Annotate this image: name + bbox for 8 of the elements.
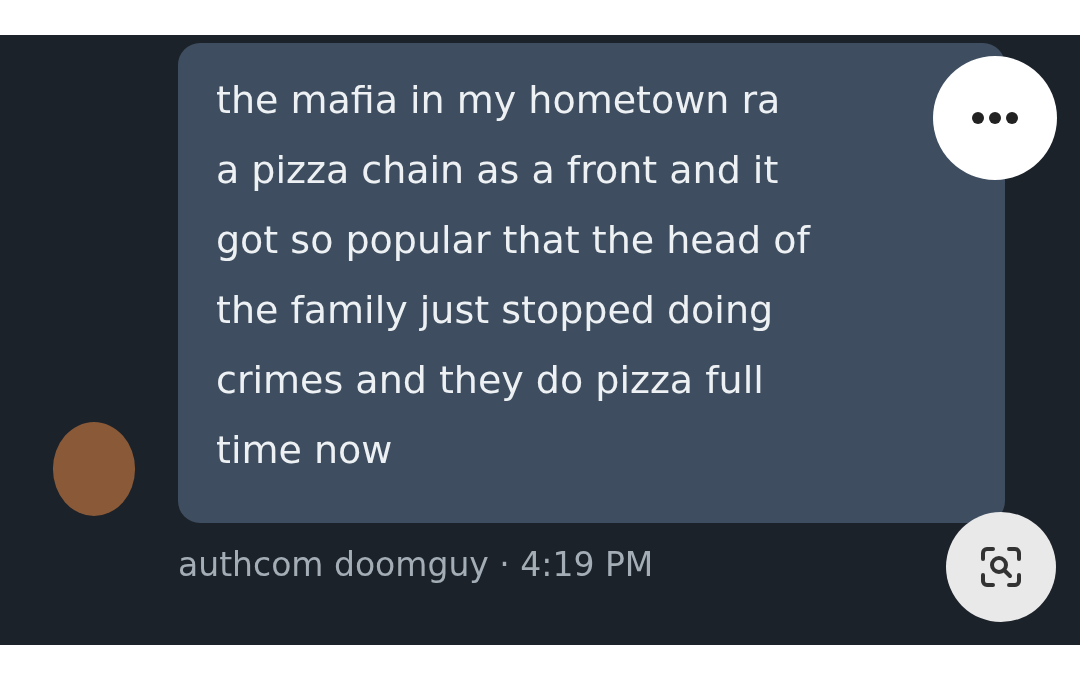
message-line: crimes and they do pizza full [216,357,764,404]
message-line: time now [216,427,393,474]
more-icon [971,111,1019,125]
message-line: the family just stopped doing [216,287,774,334]
message-meta: authcom doomguy · 4:19 PM [178,545,654,584]
message-line: the mafia in my hometown ra [216,77,781,124]
message-line: got so popular that the head of [216,217,810,264]
message-line: a pizza chain as a front and it [216,147,779,194]
